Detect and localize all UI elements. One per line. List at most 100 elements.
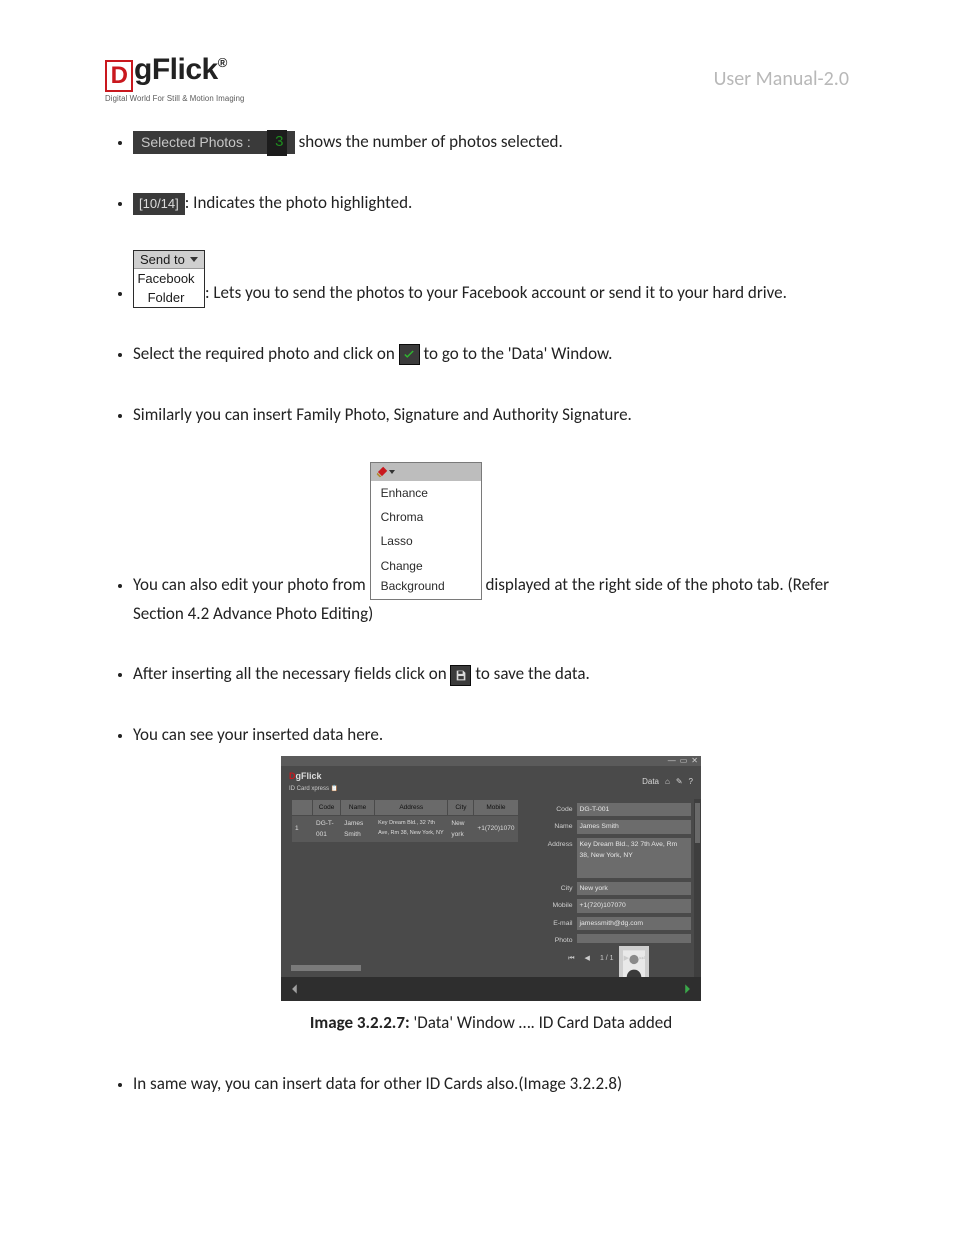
page-header: DgFlick® Digital World For Still & Motio… (105, 55, 849, 103)
bullet-send-to: Send to Facebook Folder : Lets you to se… (133, 250, 849, 308)
bullet-select-photo: Select the required photo and click on t… (133, 340, 849, 369)
edit-menu-item-change-background[interactable]: Change Background (371, 554, 481, 599)
cell-address: Key Dream Bld., 32 7th Ave, Rm 38, New Y… (375, 815, 448, 842)
cell-name: James Smith (341, 815, 375, 842)
send-to-item-folder[interactable]: Folder (134, 288, 204, 307)
input-mobile[interactable]: +1(720)107070 (577, 899, 692, 913)
home-icon[interactable]: ⌂ (665, 775, 670, 789)
bullet-text: to go to the 'Data' Window. (420, 343, 613, 364)
bullet-text: : Indicates the photo highlighted. (185, 192, 413, 213)
edit-menu-item-lasso[interactable]: Lasso (371, 529, 481, 553)
input-address[interactable]: Key Dream Bld., 32 7th Ave, Rm 38, New Y… (577, 838, 692, 878)
bullet-save-data: After inserting all the necessary fields… (133, 660, 849, 689)
edit-menu-header[interactable] (371, 463, 481, 481)
label-address: Address (529, 838, 573, 851)
manual-version: User Manual-2.0 (714, 67, 849, 91)
confirm-check-icon[interactable] (399, 344, 420, 365)
bullet-text: You can see your inserted data here. (133, 724, 383, 745)
document-page: DgFlick® Digital World For Still & Motio… (105, 55, 849, 1180)
input-city[interactable]: New york (577, 882, 692, 896)
input-email[interactable]: jamessmith@dg.com (577, 917, 692, 931)
grid-header-code[interactable]: Code (313, 799, 341, 815)
logo-mark: DgFlick® (105, 55, 227, 92)
form-panel: Code DG-T-001 Name James Smith Address Key … (523, 799, 702, 999)
label-email: E-mail (529, 917, 573, 930)
bullet-text: : Lets you to send the photos to your Fa… (205, 282, 787, 303)
brush-icon (375, 465, 389, 479)
bullet-text: shows the number of photos selected. (295, 131, 563, 152)
label-code: Code (529, 803, 573, 816)
caption-label: Image 3.2.2.7: (310, 1012, 410, 1033)
cell-index: 1 (292, 815, 313, 842)
window-maximize-icon[interactable]: ▭ (680, 757, 688, 765)
label-city: City (529, 882, 573, 895)
chevron-down-icon (190, 257, 198, 262)
edit-menu-item-chroma[interactable]: Chroma (371, 505, 481, 529)
send-to-menu[interactable]: Send to Facebook Folder (133, 250, 205, 308)
selected-photos-chip[interactable]: Selected Photos : 3 (133, 131, 295, 154)
pager-first-icon[interactable]: ⏮ (568, 953, 574, 965)
grid-header-mobile[interactable]: Mobile (474, 799, 518, 815)
grid-header-address[interactable]: Address (375, 799, 448, 815)
app-screenshot: — ▭ ✕ DgFlick ID Card xpress 📋 Data (281, 756, 701, 1001)
settings-icon[interactable]: ✎ (676, 775, 683, 789)
pager-prev-icon[interactable]: ◀ (585, 953, 590, 965)
bullet-edit-photo: You can also edit your photo from Enhanc… (133, 462, 849, 629)
send-to-header[interactable]: Send to (134, 251, 204, 269)
cell-mobile: +1(720)1070 (474, 815, 518, 842)
brand-logo: DgFlick® Digital World For Still & Motio… (105, 55, 244, 103)
horizontal-scrollbar[interactable] (291, 965, 361, 971)
edit-menu-item-enhance[interactable]: Enhance (371, 481, 481, 505)
back-arrow-icon[interactable] (287, 981, 303, 997)
window-minimize-icon[interactable]: — (668, 757, 676, 765)
pager-position: 1 / 1 (600, 953, 614, 965)
data-grid[interactable]: Code Name Address City Mobile 1 DG-T-001… (291, 799, 519, 843)
logo-tagline: Digital World For Still & Motion Imaging (105, 94, 244, 103)
grid-header-name[interactable]: Name (341, 799, 375, 815)
send-to-item-facebook[interactable]: Facebook (134, 269, 204, 288)
table-row[interactable]: 1 DG-T-001 James Smith Key Dream Bld., 3… (292, 815, 519, 842)
pager-next-icon[interactable]: ▶ (624, 953, 629, 965)
save-icon[interactable] (450, 665, 471, 686)
tab-data-label[interactable]: Data (642, 775, 659, 789)
screenshot-caption: Image 3.2.2.7: 'Data' Window …. ID Card … (133, 1009, 849, 1038)
help-icon[interactable]: ? (689, 775, 693, 789)
label-mobile: Mobile (529, 899, 573, 912)
bullet-text: Similarly you can insert Family Photo, S… (133, 404, 632, 425)
input-code[interactable]: DG-T-001 (577, 803, 692, 817)
grid-header-index (292, 799, 313, 815)
bullet-see-data: You can see your inserted data here. — ▭… (133, 721, 849, 1038)
bullet-other-idcards: In same way, you can insert data for oth… (133, 1070, 849, 1099)
window-close-icon[interactable]: ✕ (691, 757, 698, 765)
caption-text: 'Data' Window …. ID Card Data added (410, 1012, 673, 1033)
record-pager[interactable]: ⏮ ◀ 1 / 1 ▶ ⏭ (523, 953, 692, 965)
data-grid-panel: Code Name Address City Mobile 1 DG-T-001… (281, 799, 523, 999)
bullet-text: In same way, you can insert data for oth… (133, 1073, 622, 1094)
bullet-other-inserts: Similarly you can insert Family Photo, S… (133, 401, 849, 430)
bullet-text: to save the data. (471, 663, 589, 684)
grid-header-city[interactable]: City (448, 799, 474, 815)
chevron-down-icon (389, 470, 395, 474)
app-header: DgFlick ID Card xpress 📋 Data ⌂ ✎ ? (281, 766, 701, 798)
vertical-scrollbar[interactable] (694, 799, 701, 999)
cell-city: New york (448, 815, 474, 842)
edit-menu[interactable]: Enhance Chroma Lasso Change Background (370, 462, 482, 600)
label-name: Name (529, 820, 573, 833)
input-name[interactable]: James Smith (577, 820, 692, 834)
label-photo: Photo (529, 934, 573, 947)
bullet-highlighted-indicator: [10/14]: Indicates the photo highlighted… (133, 189, 849, 218)
bullet-text: Select the required photo and click on (133, 343, 399, 364)
highlight-chip: [10/14] (133, 193, 185, 215)
instruction-list: Selected Photos : 3 shows the number of … (105, 128, 849, 1099)
bullet-selected-photos: Selected Photos : 3 shows the number of … (133, 128, 849, 157)
cell-code: DG-T-001 (313, 815, 341, 842)
bullet-text: After inserting all the necessary fields… (133, 663, 450, 684)
chip-label: Selected Photos : (141, 131, 251, 155)
window-titlebar: — ▭ ✕ (281, 756, 701, 766)
app-footer (281, 977, 701, 1001)
bullet-text: You can also edit your photo from (133, 574, 370, 595)
chip-count: 3 (267, 130, 287, 156)
forward-arrow-icon[interactable] (679, 981, 695, 997)
pager-last-icon[interactable]: ⏭ (639, 953, 645, 965)
input-photo-path[interactable] (577, 934, 692, 943)
